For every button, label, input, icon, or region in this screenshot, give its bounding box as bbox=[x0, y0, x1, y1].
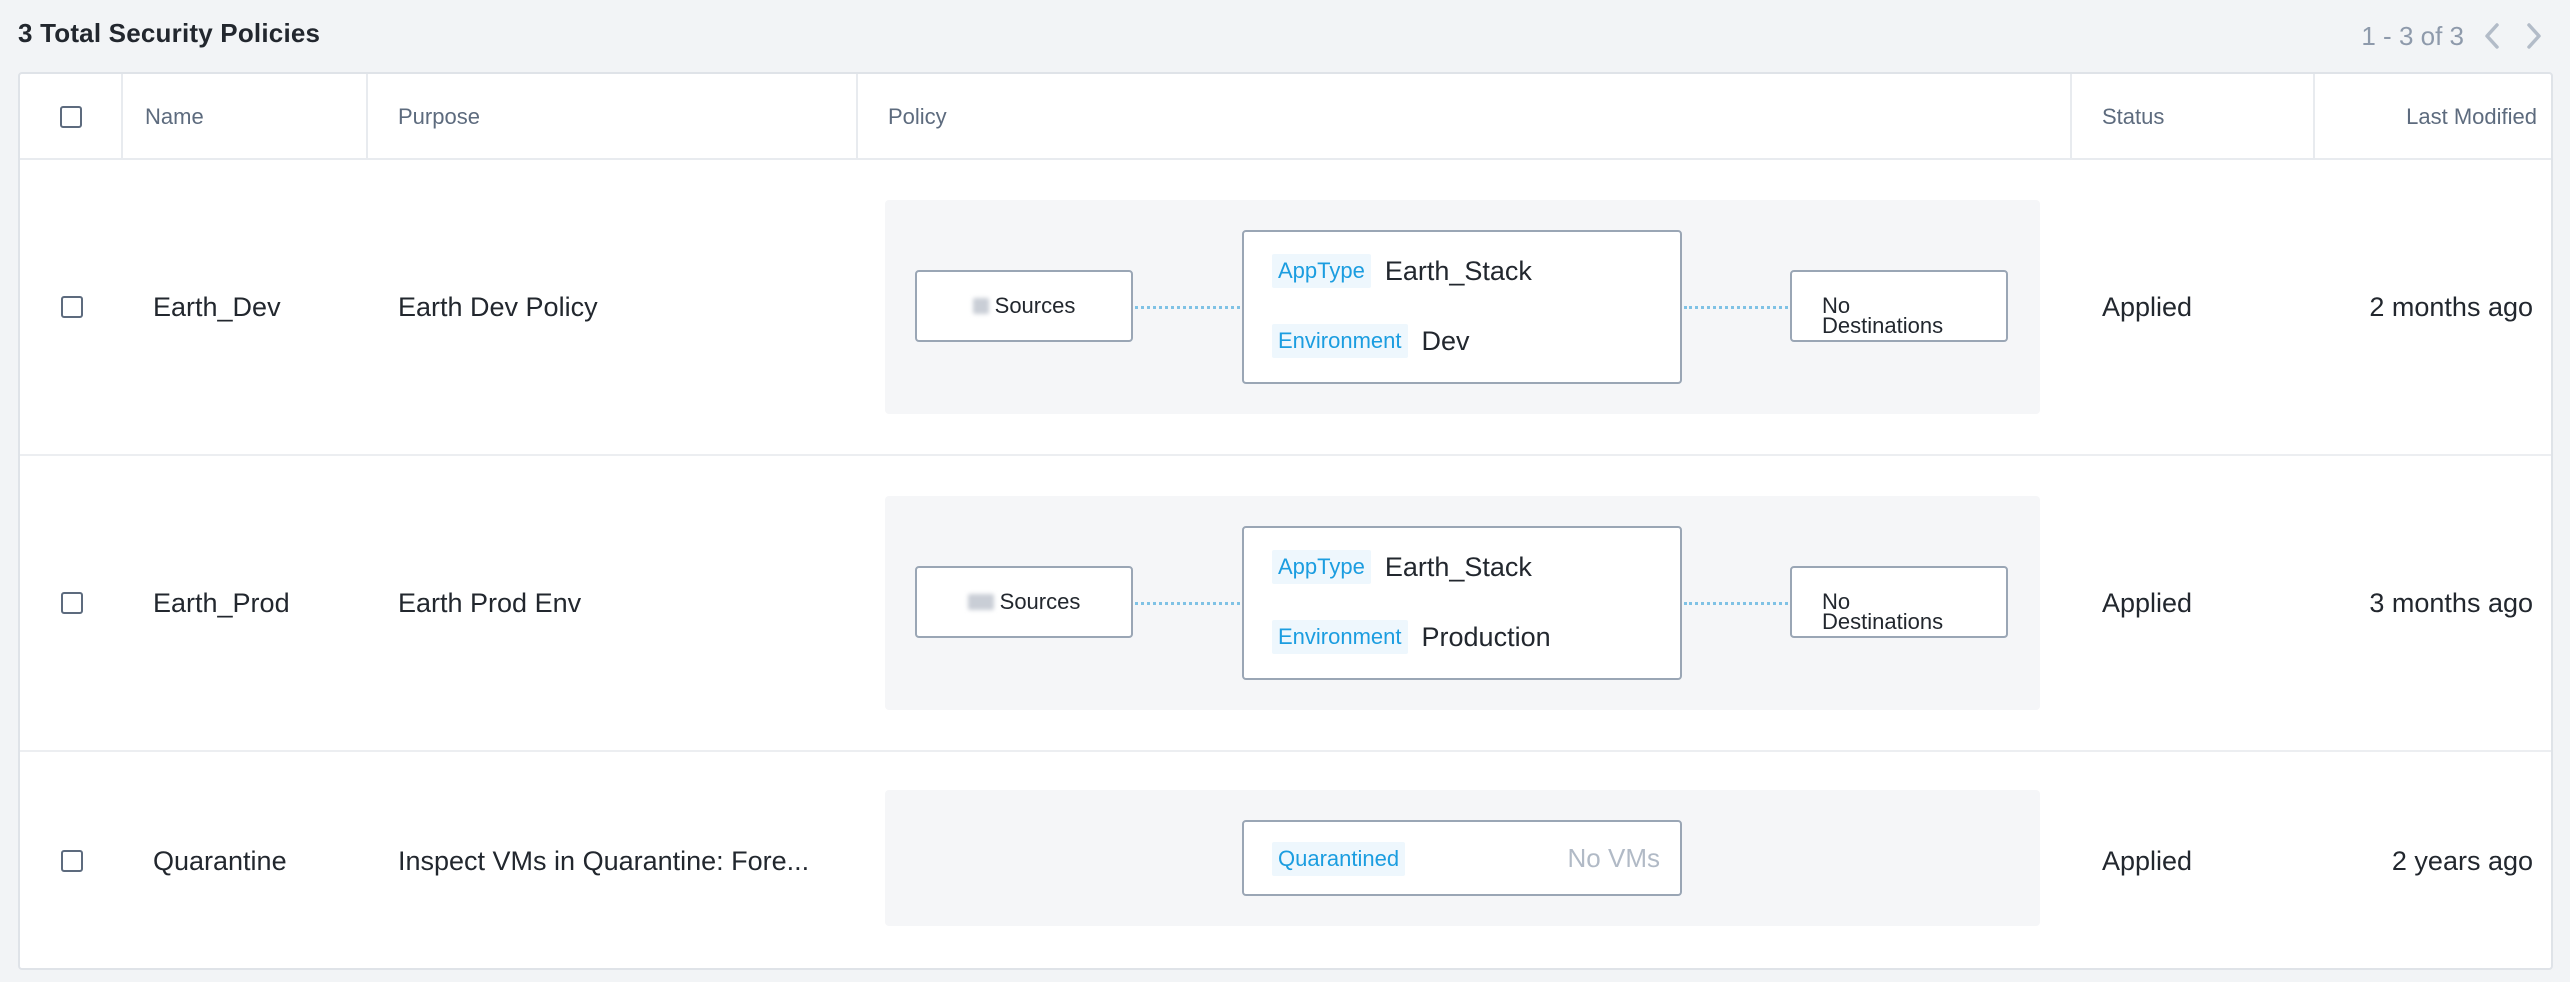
pagination-range: 1 - 3 of 3 bbox=[2361, 20, 2464, 51]
category-value: Production bbox=[1421, 621, 1551, 652]
category-value: Earth_Stack bbox=[1384, 255, 1532, 286]
status-text: Applied bbox=[2102, 845, 2193, 876]
select-all-checkbox[interactable] bbox=[59, 106, 82, 128]
destinations-label-line2: Destinations bbox=[1822, 313, 1944, 338]
sources-label: Sources bbox=[999, 589, 1081, 614]
row-select-cell bbox=[20, 160, 123, 454]
row-checkbox[interactable] bbox=[60, 850, 83, 872]
column-header-last-modified[interactable]: Last Modified bbox=[2315, 74, 2551, 160]
last-modified: 2 months ago bbox=[2369, 291, 2533, 322]
list-header: 3 Total Security Policies 1 - 3 of 3 bbox=[0, 0, 2570, 70]
column-header-status[interactable]: Status bbox=[2072, 74, 2315, 160]
last-modified: 3 months ago bbox=[2369, 587, 2533, 618]
header-select-cell bbox=[20, 74, 123, 160]
row-select-cell bbox=[20, 752, 123, 968]
column-header-policy[interactable]: Policy bbox=[858, 74, 2072, 160]
chevron-right-icon bbox=[2527, 23, 2541, 49]
column-header-name[interactable]: Name bbox=[123, 74, 368, 160]
category-value: Dev bbox=[1421, 325, 1470, 356]
policies-table: Name Purpose Policy Status Last Modified… bbox=[18, 72, 2553, 970]
sources-label: Sources bbox=[994, 293, 1076, 318]
target-group-box[interactable]: AppType Earth_Stack Environment Dev bbox=[1242, 230, 1682, 384]
policy-name[interactable]: Quarantine bbox=[153, 752, 287, 968]
row-checkbox[interactable] bbox=[60, 592, 83, 614]
policy-purpose: Earth Prod Env bbox=[398, 587, 582, 618]
target-group-box[interactable]: AppType Earth_Stack Environment Producti… bbox=[1242, 526, 1682, 680]
category-key: Environment bbox=[1272, 620, 1408, 654]
sources-box[interactable]: Sources bbox=[915, 270, 1133, 342]
policy-purpose: Earth Dev Policy bbox=[398, 291, 598, 322]
next-page-button[interactable] bbox=[2520, 18, 2548, 54]
table-row[interactable]: Earth_Prod Earth Prod Env Sources AppTyp… bbox=[20, 456, 2551, 752]
chevron-left-icon bbox=[2485, 23, 2499, 49]
connector-line bbox=[1135, 602, 1240, 605]
category-key: AppType bbox=[1272, 254, 1371, 288]
policy-diagram[interactable]: Quarantined No VMs bbox=[885, 790, 2040, 926]
last-modified: 2 years ago bbox=[2391, 845, 2533, 876]
table-row[interactable]: Quarantine Inspect VMs in Quarantine: Fo… bbox=[20, 752, 2551, 968]
sources-count bbox=[972, 298, 989, 314]
quarantine-box[interactable]: Quarantined No VMs bbox=[1242, 820, 1682, 896]
sources-box[interactable]: Sources bbox=[915, 566, 1133, 638]
connector-line bbox=[1135, 306, 1240, 309]
status-text: Applied bbox=[2102, 291, 2193, 322]
column-header-purpose[interactable]: Purpose bbox=[368, 74, 858, 160]
previous-page-button[interactable] bbox=[2478, 18, 2506, 54]
connector-line bbox=[1684, 306, 1788, 309]
quarantine-key: Quarantined bbox=[1272, 842, 1406, 876]
sources-count bbox=[967, 594, 994, 610]
row-select-cell bbox=[20, 456, 123, 750]
quarantine-value: No VMs bbox=[1567, 842, 1660, 873]
status-text: Applied bbox=[2102, 587, 2193, 618]
policy-name[interactable]: Earth_Dev bbox=[153, 160, 281, 454]
connector-line bbox=[1684, 602, 1788, 605]
row-checkbox[interactable] bbox=[60, 296, 83, 318]
category-value: Earth_Stack bbox=[1384, 551, 1532, 582]
category-key: Environment bbox=[1272, 324, 1408, 358]
destinations-box[interactable]: No Destinations bbox=[1790, 270, 2008, 342]
policy-purpose: Inspect VMs in Quarantine: Fore... bbox=[398, 845, 810, 876]
category-key: AppType bbox=[1272, 550, 1371, 584]
policy-diagram[interactable]: Sources AppType Earth_Stack Environment … bbox=[885, 496, 2040, 710]
table-header: Name Purpose Policy Status Last Modified bbox=[20, 74, 2551, 160]
destinations-label-line2: Destinations bbox=[1822, 609, 1944, 634]
policy-diagram[interactable]: Sources AppType Earth_Stack Environment … bbox=[885, 200, 2040, 414]
destinations-box[interactable]: No Destinations bbox=[1790, 566, 2008, 638]
table-row[interactable]: Earth_Dev Earth Dev Policy Sources AppTy… bbox=[20, 160, 2551, 456]
page-title: 3 Total Security Policies bbox=[18, 18, 321, 48]
policy-name[interactable]: Earth_Prod bbox=[153, 456, 290, 750]
pagination: 1 - 3 of 3 bbox=[2361, 18, 2548, 54]
